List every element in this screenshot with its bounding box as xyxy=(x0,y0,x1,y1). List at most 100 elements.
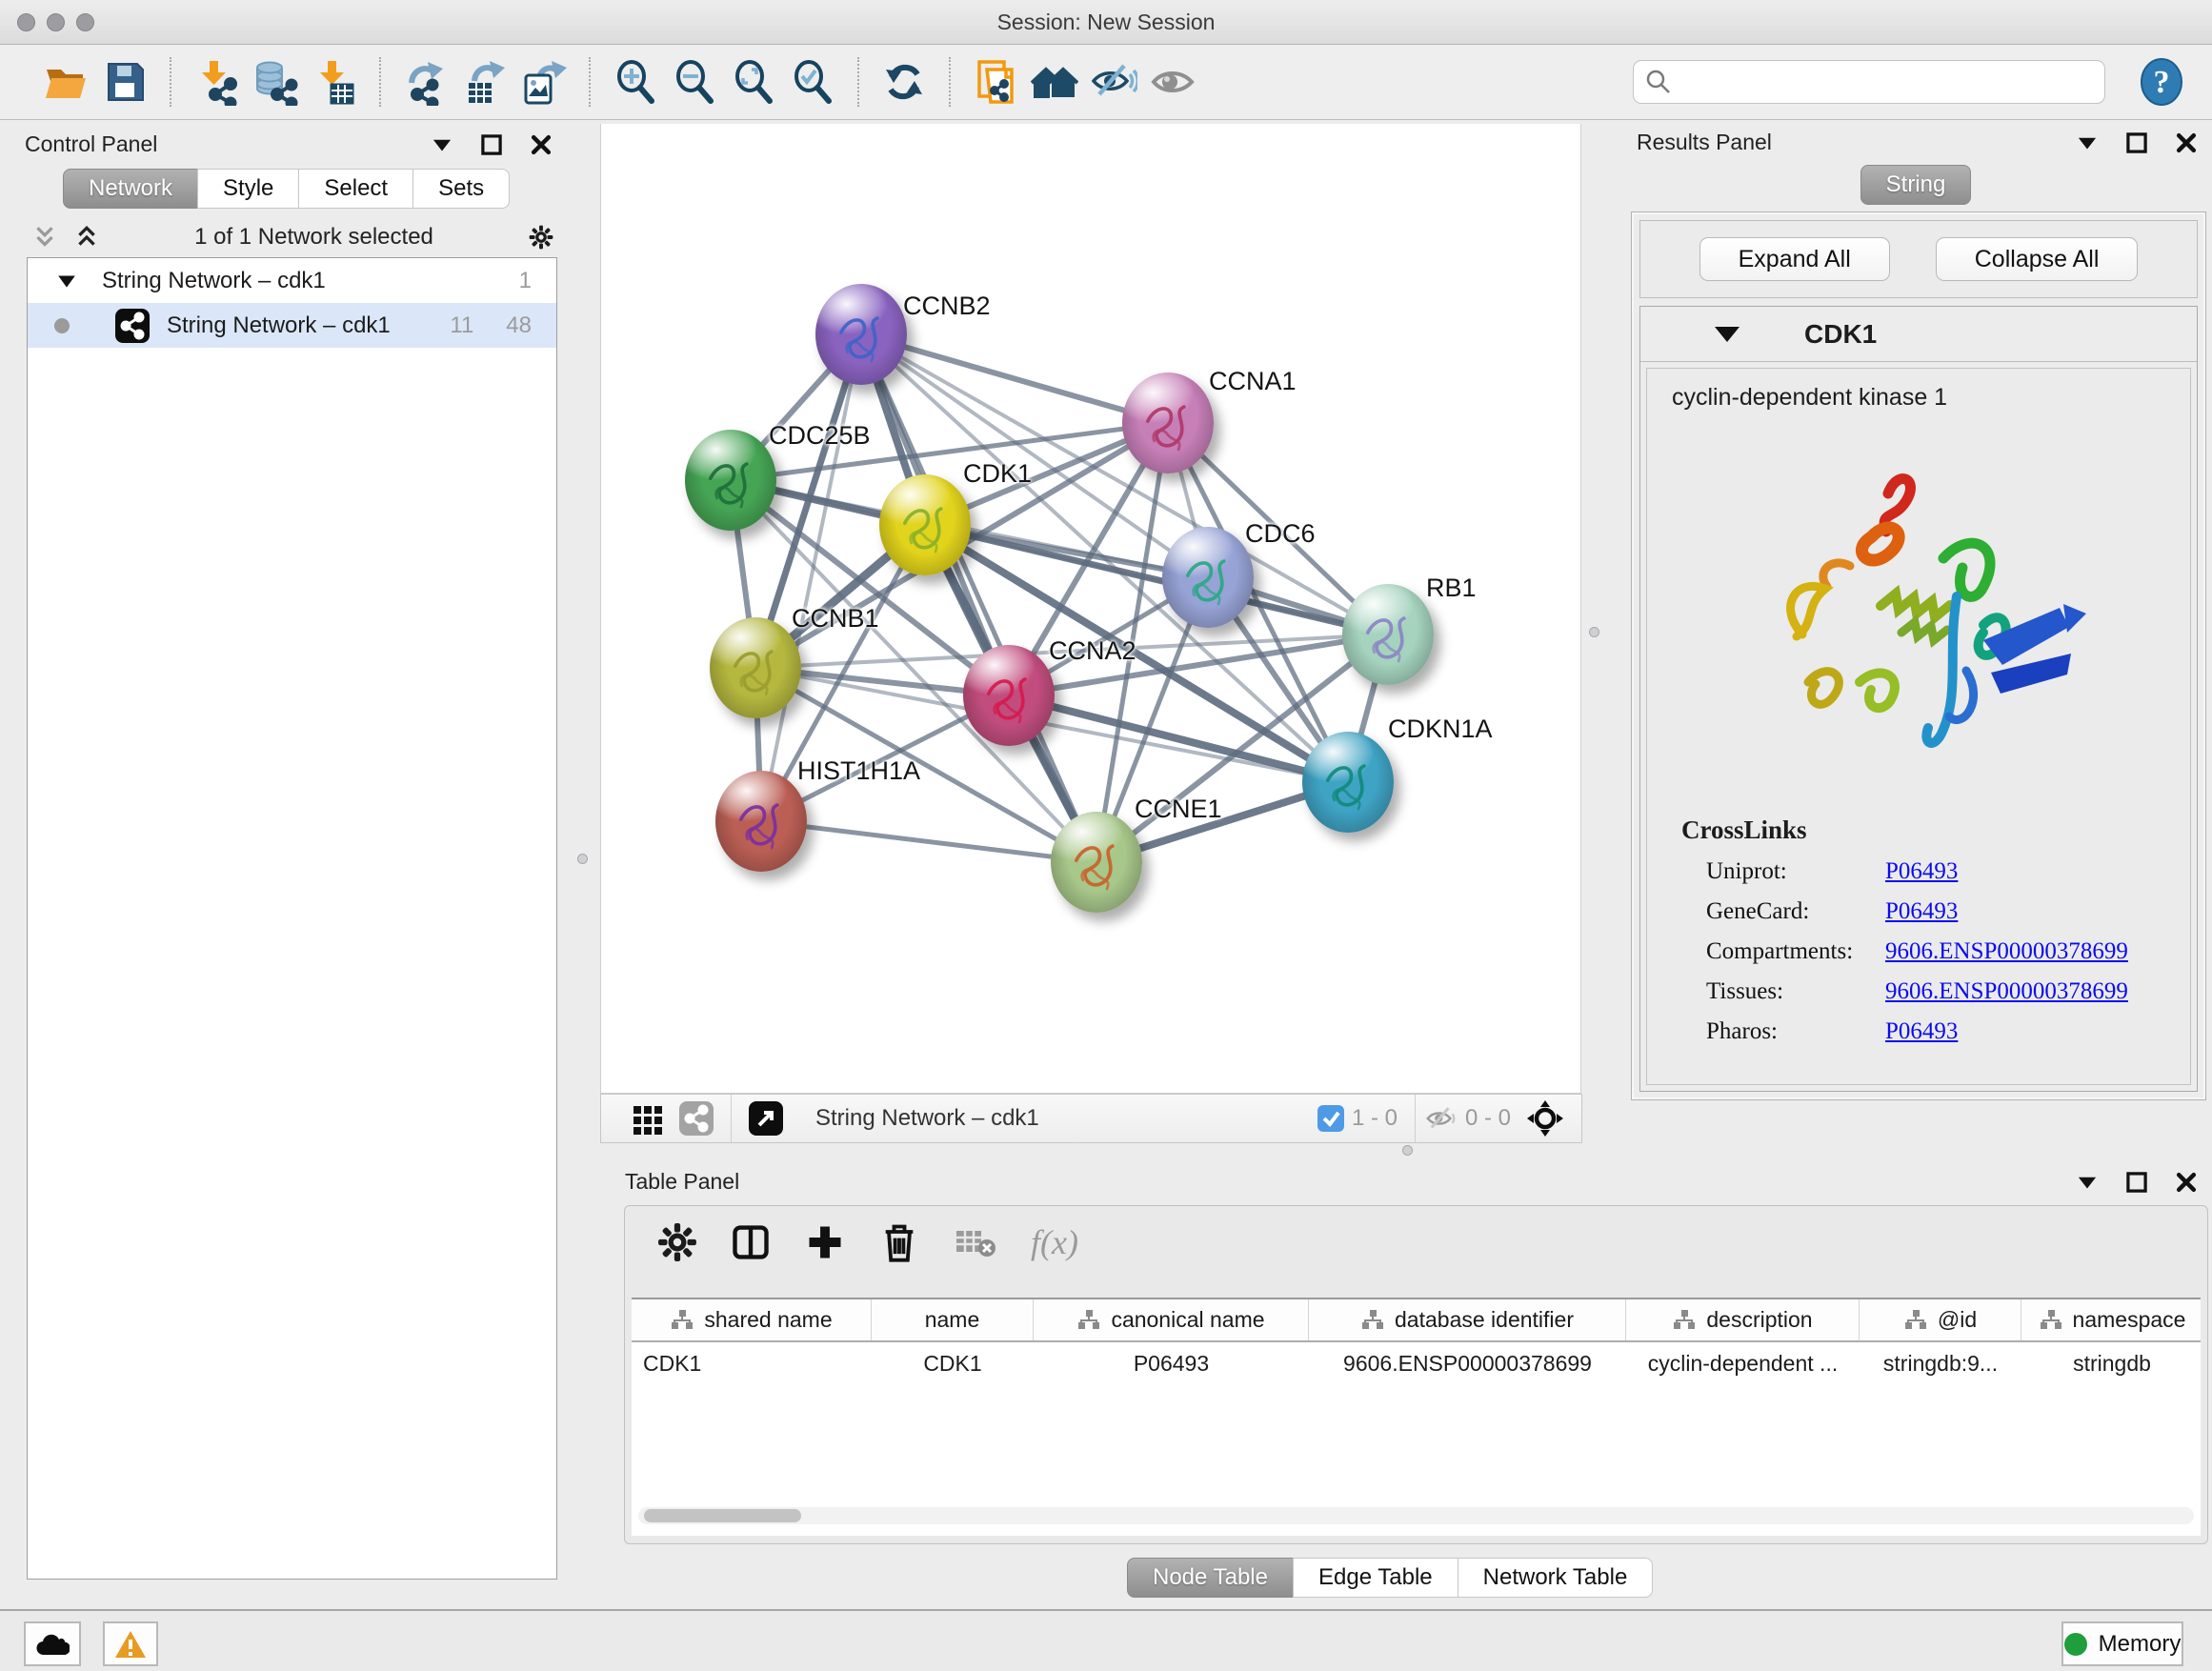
column-header-database-identifier[interactable]: database identifier xyxy=(1309,1299,1626,1340)
network-edge-CCNB2-HIST1H1A[interactable] xyxy=(761,334,861,821)
network-node-CCNA2[interactable] xyxy=(963,645,1055,746)
table-row[interactable]: CDK1 CDK1 P06493 9606.ENSP00000378699 cy… xyxy=(632,1342,2201,1384)
view-grid-button[interactable] xyxy=(624,1102,672,1135)
network-node-CCNA1[interactable] xyxy=(1122,372,1214,473)
crosslink-genecard-link[interactable]: P06493 xyxy=(1885,898,1958,925)
right-splitter-handle[interactable] xyxy=(1589,627,1599,637)
network-node-CDK1[interactable] xyxy=(879,474,971,575)
crosslink-pharos-link[interactable]: P06493 xyxy=(1885,1018,1958,1045)
save-session-button[interactable] xyxy=(95,52,154,111)
panel-menu-button[interactable] xyxy=(430,132,454,157)
panel-menu-button[interactable] xyxy=(2075,131,2100,155)
cell-canonical-name[interactable]: P06493 xyxy=(1034,1342,1309,1384)
panel-close-button[interactable] xyxy=(2174,1170,2199,1195)
search-box[interactable] xyxy=(1633,60,2105,104)
cell-name[interactable]: CDK1 xyxy=(872,1342,1034,1384)
delete-table-button[interactable] xyxy=(953,1223,998,1261)
column-header-shared-name[interactable]: shared name xyxy=(632,1299,872,1340)
import-table-from-file-button[interactable] xyxy=(305,52,364,111)
open-session-button[interactable] xyxy=(36,52,95,111)
zoom-in-button[interactable] xyxy=(606,52,665,111)
warnings-button[interactable] xyxy=(103,1621,158,1666)
cell-database-identifier[interactable]: 9606.ENSP00000378699 xyxy=(1309,1342,1626,1384)
left-splitter-handle[interactable] xyxy=(577,854,588,864)
bottom-splitter-handle[interactable] xyxy=(1402,1145,1413,1156)
show-column-button[interactable] xyxy=(730,1221,772,1263)
tab-string[interactable]: String xyxy=(1860,165,1972,205)
cloud-status-button[interactable] xyxy=(24,1621,81,1666)
network-node-CCNB2[interactable] xyxy=(815,284,907,385)
export-table-button[interactable] xyxy=(455,52,514,111)
refresh-view-button[interactable] xyxy=(875,52,934,111)
column-header-description[interactable]: description xyxy=(1626,1299,1860,1340)
network-node-CDC25B[interactable] xyxy=(685,430,776,531)
tab-select[interactable]: Select xyxy=(298,169,413,209)
tab-style[interactable]: Style xyxy=(197,169,299,209)
crosslink-compartments-link[interactable]: 9606.ENSP00000378699 xyxy=(1885,938,2128,965)
zoom-out-button[interactable] xyxy=(665,52,724,111)
search-input[interactable] xyxy=(1679,69,2104,95)
network-canvas[interactable]: CCNB2CCNA1CDC25BCDK1CDC6RB1CCNB1CCNA2CDK… xyxy=(600,124,1581,1094)
network-node-CDC6[interactable] xyxy=(1162,527,1254,628)
tab-network-table[interactable]: Network Table xyxy=(1458,1558,1654,1598)
expand-all-button[interactable]: Expand All xyxy=(1699,237,1890,281)
cell-namespace[interactable]: stringdb xyxy=(2021,1342,2201,1384)
panel-close-button[interactable] xyxy=(2174,131,2199,155)
import-network-from-database-button[interactable] xyxy=(246,52,305,111)
network-node-HIST1H1A[interactable] xyxy=(715,771,807,872)
crosslink-uniprot-link[interactable]: P06493 xyxy=(1885,858,1958,885)
show-welcome-screen-button[interactable] xyxy=(1025,52,1084,111)
panel-menu-button[interactable] xyxy=(2075,1170,2100,1195)
network-node-RB1[interactable] xyxy=(1342,584,1434,685)
panel-float-button[interactable] xyxy=(2124,131,2149,155)
function-builder-button[interactable]: f(x) xyxy=(1031,1222,1078,1262)
selected-checkbox-icon[interactable] xyxy=(1317,1105,1344,1132)
network-collection-row[interactable]: String Network – cdk1 1 xyxy=(28,258,556,303)
network-row-selected[interactable]: String Network – cdk1 11 48 xyxy=(28,303,556,348)
export-network-button[interactable] xyxy=(396,52,455,111)
show-hidden-button[interactable] xyxy=(1143,52,1202,111)
import-network-from-file-button[interactable] xyxy=(187,52,246,111)
horizontal-scrollbar[interactable] xyxy=(638,1507,2194,1524)
tab-node-table[interactable]: Node Table xyxy=(1127,1558,1294,1598)
clone-network-button[interactable] xyxy=(966,52,1025,111)
tab-sets[interactable]: Sets xyxy=(412,169,510,209)
expand-all-networks-button[interactable] xyxy=(32,225,57,250)
cell-id[interactable]: stringdb:9... xyxy=(1860,1342,2021,1384)
hide-selected-button[interactable] xyxy=(1084,52,1143,111)
column-header-namespace[interactable]: namespace xyxy=(2021,1299,2201,1340)
network-node-CCNE1[interactable] xyxy=(1051,812,1142,913)
view-network-button[interactable] xyxy=(672,1101,721,1136)
create-column-button[interactable] xyxy=(804,1221,846,1263)
memory-status-button[interactable]: Memory xyxy=(2061,1621,2183,1666)
delete-column-button[interactable] xyxy=(878,1221,920,1263)
column-header-canonical-name[interactable]: canonical name xyxy=(1034,1299,1309,1340)
cell-description[interactable]: cyclin-dependent ... xyxy=(1626,1342,1860,1384)
column-header-name[interactable]: name xyxy=(872,1299,1034,1340)
column-header-id[interactable]: @id xyxy=(1860,1299,2021,1340)
panel-float-button[interactable] xyxy=(479,132,504,157)
help-button[interactable]: ? xyxy=(2138,58,2185,106)
collapse-all-button[interactable]: Collapse All xyxy=(1936,237,2139,281)
network-node-CDKN1A[interactable] xyxy=(1302,732,1394,833)
panel-close-button[interactable] xyxy=(529,132,553,157)
panel-float-button[interactable] xyxy=(2124,1170,2149,1195)
network-edge-HIST1H1A-CCNE1[interactable] xyxy=(761,821,1096,862)
network-node-CCNB1[interactable] xyxy=(710,617,801,718)
crosslink-tissues-link[interactable]: 9606.ENSP00000378699 xyxy=(1885,978,2128,1005)
window-title: Session: New Session xyxy=(0,10,2212,35)
zoom-fit-button[interactable] xyxy=(724,52,783,111)
birdseye-view-button[interactable] xyxy=(1518,1099,1572,1137)
table-options-button[interactable] xyxy=(657,1222,697,1262)
scrollbar-thumb[interactable] xyxy=(644,1509,801,1522)
collapse-all-networks-button[interactable] xyxy=(74,225,99,250)
detach-view-button[interactable] xyxy=(741,1101,791,1136)
network-node-label-CDC6: CDC6 xyxy=(1245,519,1316,549)
export-image-button[interactable] xyxy=(514,52,573,111)
node-details-header[interactable]: CDK1 xyxy=(1640,307,2197,362)
network-options-button[interactable] xyxy=(529,225,553,250)
cell-shared-name[interactable]: CDK1 xyxy=(632,1342,872,1384)
tab-edge-table[interactable]: Edge Table xyxy=(1293,1558,1458,1598)
tab-network[interactable]: Network xyxy=(63,169,198,209)
zoom-selected-button[interactable] xyxy=(783,52,842,111)
